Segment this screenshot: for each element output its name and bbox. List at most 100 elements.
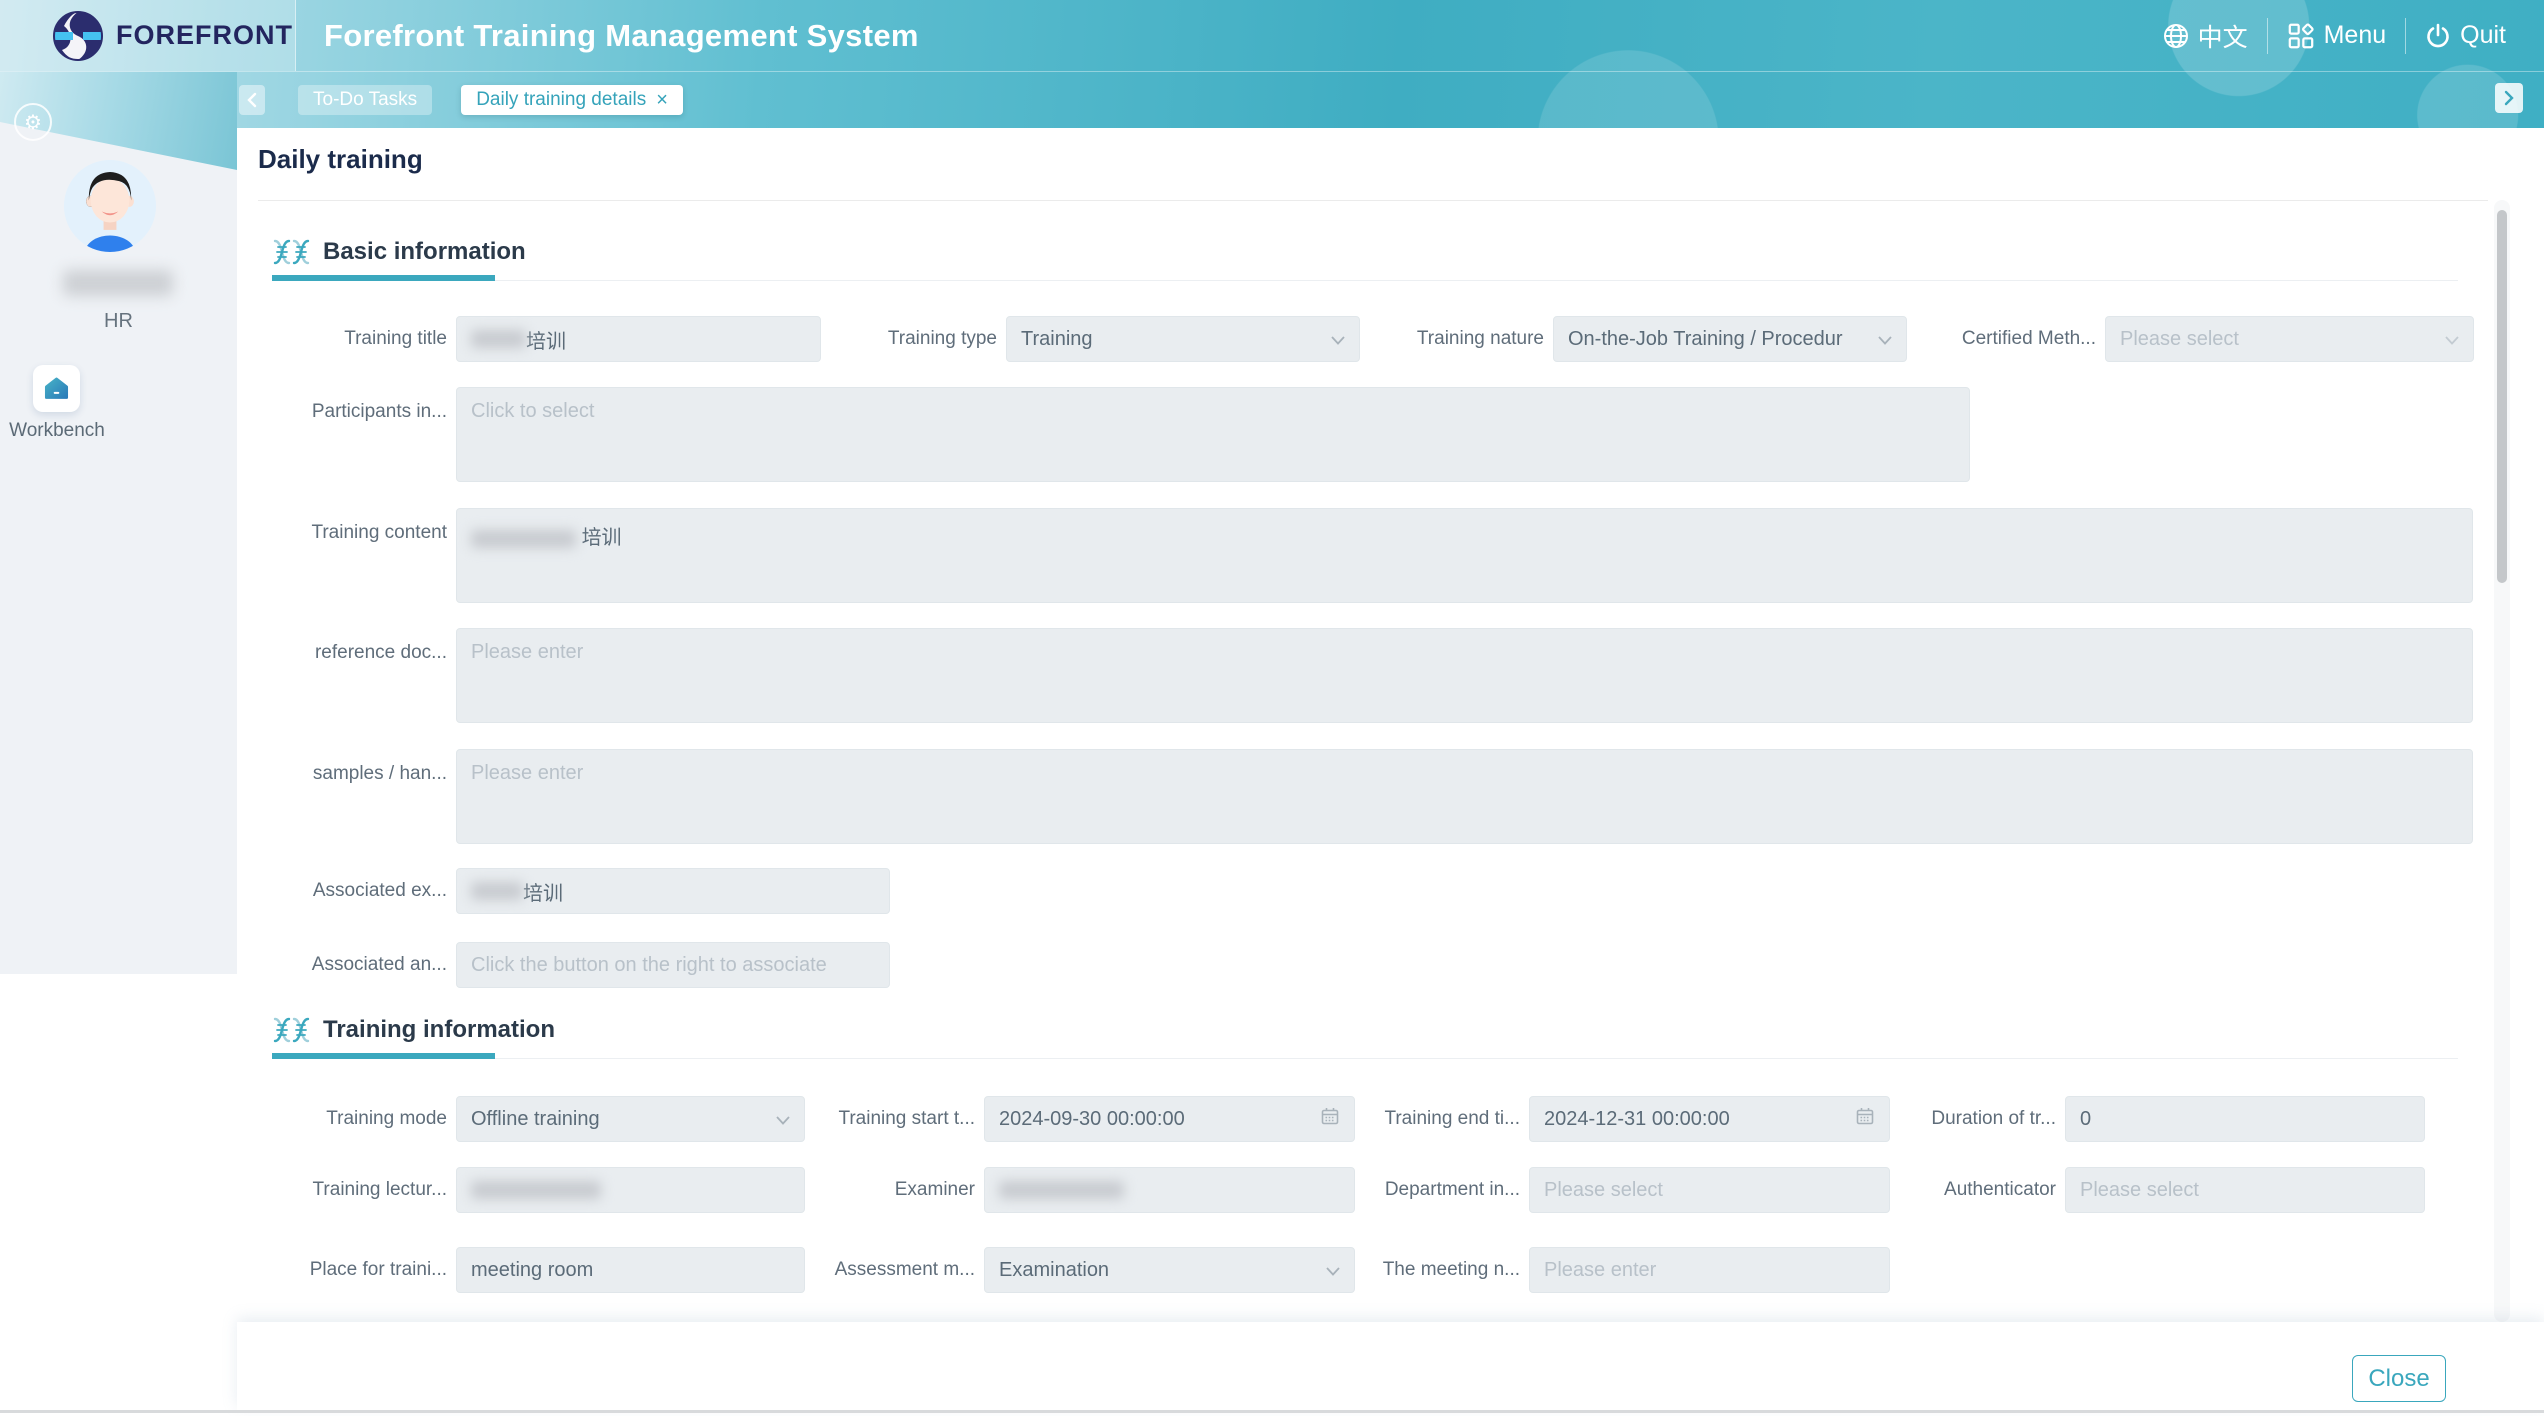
authenticator-select[interactable]: [2065, 1167, 2425, 1213]
training-start-label: Training start t...: [805, 1108, 975, 1130]
reference-doc-label: reference doc...: [237, 628, 447, 664]
tab-label: Daily training details: [476, 89, 646, 111]
department-label: Department in...: [1355, 1179, 1520, 1201]
tabs-scroll-left-button[interactable]: [239, 85, 265, 115]
calendar-icon: [1320, 1106, 1340, 1132]
page-title: Daily training: [258, 144, 423, 175]
logo-icon: [52, 10, 104, 62]
app-window: FOREFRONT Forefront Training Management …: [0, 0, 2544, 1416]
training-lecturer-label: Training lectur...: [237, 1179, 447, 1201]
redacted-text: [471, 1181, 601, 1199]
participants-label: Participants in...: [237, 387, 447, 423]
training-nature-select[interactable]: On-the-Job Training / Procedur: [1553, 316, 1907, 362]
avatar[interactable]: [64, 160, 156, 252]
duration-input[interactable]: [2065, 1096, 2425, 1142]
chevron-down-icon: [776, 1108, 790, 1131]
training-nature-label: Training nature: [1360, 328, 1544, 350]
associated-exam-value: 培训: [523, 877, 563, 906]
training-start-datepicker[interactable]: 2024-09-30 00:00:00: [984, 1096, 1355, 1142]
quit-button[interactable]: Quit: [2425, 21, 2506, 50]
header-divider: [2267, 18, 2268, 54]
training-content-value: 培训: [582, 527, 622, 549]
authenticator-label: Authenticator: [1890, 1179, 2056, 1201]
language-label: 中文: [2198, 18, 2248, 54]
header-bar: FOREFRONT Forefront Training Management …: [0, 0, 2544, 72]
place-input[interactable]: [456, 1247, 805, 1293]
meeting-number-input[interactable]: [1529, 1247, 1890, 1293]
language-switch-button[interactable]: 中文: [2163, 18, 2248, 54]
training-mode-select[interactable]: Offline training: [456, 1096, 805, 1142]
samples-label: samples / han...: [237, 749, 447, 785]
tab-label: To-Do Tasks: [313, 89, 417, 111]
user-name-redacted: [63, 270, 173, 296]
section-title: Basic information: [323, 238, 526, 266]
examiner-label: Examiner: [805, 1179, 975, 1201]
redacted-text: [999, 1181, 1124, 1199]
menu-button[interactable]: Menu: [2287, 21, 2387, 50]
training-type-value: Training: [1021, 328, 1093, 351]
training-mode-label: Training mode: [237, 1108, 447, 1130]
training-title-label: Training title: [237, 328, 447, 350]
settings-gear-button[interactable]: ⚙: [14, 103, 52, 141]
menu-label: Menu: [2324, 21, 2387, 50]
scrollbar-thumb[interactable]: [2497, 210, 2507, 583]
gear-icon: ⚙: [24, 110, 42, 135]
tab-daily-training-details[interactable]: Daily training details ×: [461, 85, 683, 115]
training-lecturer-input[interactable]: [456, 1167, 805, 1213]
close-button[interactable]: Close: [2352, 1355, 2446, 1402]
dna-icon: [273, 1017, 310, 1043]
user-role: HR: [0, 310, 237, 333]
training-type-label: Training type: [821, 328, 997, 350]
associated-annex-label: Associated an...: [237, 954, 447, 976]
tabs-scroll-right-button[interactable]: [2495, 83, 2523, 113]
training-title-input[interactable]: 培训: [456, 316, 821, 362]
main-panel: Daily training: [237, 128, 2544, 1410]
dna-icon: [273, 239, 310, 265]
logo-text: FOREFRONT: [116, 20, 293, 51]
workbench-button[interactable]: [33, 365, 80, 412]
associated-annex-input[interactable]: [456, 942, 890, 988]
training-content-textarea[interactable]: 培训: [456, 508, 2473, 603]
assessment-select[interactable]: Examination: [984, 1247, 1355, 1293]
associated-exam-label: Associated ex...: [237, 880, 447, 902]
redacted-text: [471, 882, 523, 900]
header-actions: 中文 Menu: [2163, 18, 2544, 54]
assessment-value: Examination: [999, 1259, 1109, 1282]
certified-method-select[interactable]: Please select: [2105, 316, 2474, 362]
top-banner: FOREFRONT Forefront Training Management …: [0, 0, 2544, 128]
meeting-number-label: The meeting n...: [1355, 1259, 1520, 1281]
training-end-datepicker[interactable]: 2024-12-31 00:00:00: [1529, 1096, 1890, 1142]
participants-textarea[interactable]: [456, 387, 1970, 482]
app-title: Forefront Training Management System: [324, 18, 919, 54]
section-underline: [272, 275, 2438, 281]
examiner-input[interactable]: [984, 1167, 1355, 1213]
sidebar: ⚙ HR: [0, 72, 237, 974]
department-select[interactable]: [1529, 1167, 1890, 1213]
associated-exam-input[interactable]: 培训: [456, 868, 890, 914]
divider: [0, 1410, 2544, 1413]
logo: FOREFRONT: [0, 0, 296, 71]
samples-textarea[interactable]: [456, 749, 2473, 844]
section-underline: [272, 1053, 2438, 1059]
reference-doc-textarea[interactable]: [456, 628, 2473, 723]
training-mode-value: Offline training: [471, 1108, 600, 1131]
certified-method-placeholder: Please select: [2120, 328, 2239, 351]
tab-todo-tasks[interactable]: To-Do Tasks: [298, 85, 432, 115]
workbench-label: Workbench: [0, 420, 114, 442]
grid-menu-icon: [2287, 22, 2315, 50]
chevron-down-icon: [2445, 328, 2459, 351]
training-type-select[interactable]: Training: [1006, 316, 1360, 362]
power-icon: [2425, 23, 2451, 49]
section-title: Training information: [323, 1016, 555, 1044]
workbench-house-icon: [43, 375, 70, 402]
duration-label: Duration of tr...: [1890, 1108, 2056, 1130]
section-basic-information: Basic information: [273, 238, 2494, 266]
scrollbar[interactable]: [2494, 200, 2510, 1322]
certified-method-label: Certified Meth...: [1907, 328, 2096, 350]
panel-footer: Close: [237, 1322, 2544, 1410]
chevron-down-icon: [1326, 1259, 1340, 1282]
close-tab-icon[interactable]: ×: [656, 90, 668, 110]
assessment-label: Assessment m...: [805, 1259, 975, 1281]
training-start-value: 2024-09-30 00:00:00: [999, 1108, 1185, 1131]
calendar-icon: [1855, 1106, 1875, 1132]
